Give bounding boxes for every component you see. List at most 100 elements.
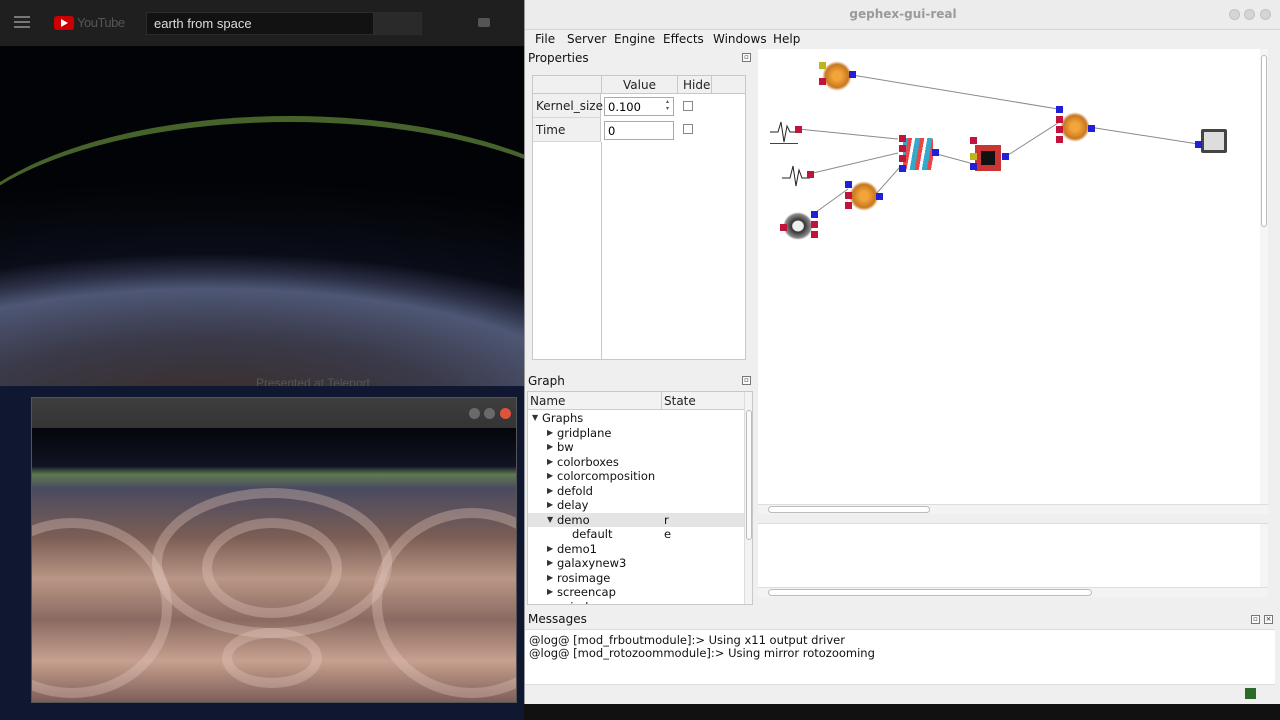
close-icon[interactable]: × xyxy=(1264,615,1273,624)
kernel-size-spinbox[interactable] xyxy=(604,97,674,116)
connections xyxy=(797,74,1199,216)
tree-item[interactable]: ▶ defold xyxy=(528,484,744,499)
properties-table: Value Hide Kernel_size ▴▾ Time xyxy=(532,75,746,360)
name-column-header[interactable]: Name xyxy=(530,394,565,408)
port xyxy=(1002,153,1009,160)
menu-file[interactable]: File xyxy=(535,32,555,46)
time-input[interactable] xyxy=(604,121,674,140)
port xyxy=(845,192,852,199)
output-window xyxy=(31,397,517,703)
value-column-header[interactable]: Value xyxy=(623,78,656,92)
port xyxy=(899,135,906,142)
tree-subitem[interactable]: default e xyxy=(528,527,744,542)
undock-icon[interactable]: ▫ xyxy=(742,376,751,385)
youtube-logo-text: YouTube xyxy=(77,15,125,30)
secondary-canvas[interactable] xyxy=(758,523,1268,597)
search-button[interactable] xyxy=(374,12,422,35)
video-caption: Presented at Teleport xyxy=(256,376,370,386)
port xyxy=(811,231,818,238)
minimize-icon[interactable] xyxy=(469,408,480,419)
tree-item[interactable]: ▶ colorcomposition xyxy=(528,469,744,484)
gephex-window: gephex-gui-real File Server Engine Effec… xyxy=(524,0,1280,704)
mixer-node[interactable] xyxy=(973,143,1003,173)
menu-engine[interactable]: Engine xyxy=(614,32,655,46)
rendered-output-image xyxy=(32,428,516,702)
undock-icon[interactable]: ▫ xyxy=(742,53,751,62)
port xyxy=(876,193,883,200)
graph-dock-title: Graph xyxy=(528,374,565,388)
port xyxy=(970,153,977,160)
effect-node[interactable] xyxy=(903,138,933,170)
port xyxy=(845,181,852,188)
property-name: Kernel_size xyxy=(533,94,603,118)
youtube-header: YouTube earth from space xyxy=(0,0,524,46)
vertical-scrollbar[interactable] xyxy=(1260,524,1268,588)
tree-item[interactable]: ▶ galaxynew3 xyxy=(528,556,744,571)
source-node[interactable] xyxy=(783,212,813,240)
hide-checkbox[interactable] xyxy=(683,101,693,111)
port xyxy=(811,221,818,228)
hide-checkbox[interactable] xyxy=(683,124,693,134)
menu-effects[interactable]: Effects xyxy=(663,32,704,46)
signal-generator-node[interactable] xyxy=(782,160,810,188)
hide-column-header[interactable]: Hide xyxy=(683,78,710,92)
output-monitor-node[interactable] xyxy=(1201,129,1227,153)
youtube-logo-icon[interactable] xyxy=(54,16,74,30)
output-window-titlebar[interactable] xyxy=(32,398,516,428)
port xyxy=(795,126,802,133)
port xyxy=(970,137,977,144)
horizontal-scrollbar[interactable] xyxy=(758,587,1268,597)
tree-item[interactable]: ▶ gridplane xyxy=(528,426,744,441)
video-camera-icon[interactable] xyxy=(478,18,490,27)
close-icon[interactable] xyxy=(500,408,511,419)
tree-item[interactable]: ▶ demo1 xyxy=(528,542,744,557)
tree-item-selected[interactable]: ▼ demo r xyxy=(528,512,744,527)
tree-root[interactable]: ▼ Graphs xyxy=(528,411,744,426)
menu-help[interactable]: Help xyxy=(773,32,800,46)
maximize-icon[interactable] xyxy=(1244,9,1255,20)
properties-header: Value Hide xyxy=(533,76,745,94)
port xyxy=(1056,136,1063,143)
maximize-icon[interactable] xyxy=(484,408,495,419)
port xyxy=(845,202,852,209)
log-line: @log@ [mod_frboutmodule]:> Using x11 out… xyxy=(529,633,845,647)
video-player[interactable]: Presented at Teleport xyxy=(0,46,524,386)
window-title: gephex-gui-real xyxy=(525,0,1280,30)
messages-log: @log@ [mod_frboutmodule]:> Using x11 out… xyxy=(525,629,1275,685)
search-input[interactable]: earth from space xyxy=(146,12,374,35)
module-node[interactable] xyxy=(822,61,852,91)
property-name: Time xyxy=(533,118,601,142)
canvas-horizontal-scrollbar[interactable] xyxy=(758,504,1268,514)
tree-item[interactable]: ▶ delay xyxy=(528,498,744,513)
signal-generator-node[interactable] xyxy=(770,114,798,144)
tree-item[interactable]: ▶ screencap xyxy=(528,585,744,600)
module-node[interactable] xyxy=(849,181,879,211)
close-icon[interactable] xyxy=(1260,9,1271,20)
tree-header: Name State xyxy=(528,392,744,410)
hamburger-menu-icon[interactable] xyxy=(14,16,30,28)
menu-server[interactable]: Server xyxy=(567,32,606,46)
log-line: @log@ [mod_rotozoommodule]:> Using mirro… xyxy=(529,646,875,660)
tree-item[interactable]: ▶spiral xyxy=(528,600,744,605)
minimize-icon[interactable] xyxy=(1229,9,1240,20)
port xyxy=(1056,106,1063,113)
tree-scrollbar[interactable] xyxy=(744,392,752,604)
tree-item[interactable]: ▶ rosimage xyxy=(528,571,744,586)
tree-item[interactable]: ▶ colorboxes xyxy=(528,455,744,470)
menu-windows[interactable]: Windows xyxy=(713,32,767,46)
port xyxy=(780,224,787,231)
canvas-vertical-scrollbar[interactable] xyxy=(1260,49,1268,505)
properties-dock-title: Properties xyxy=(528,51,589,65)
port xyxy=(1056,126,1063,133)
port xyxy=(1056,116,1063,123)
status-icon xyxy=(1245,688,1256,699)
graph-editor-canvas[interactable] xyxy=(758,49,1268,514)
state-column-header[interactable]: State xyxy=(664,394,696,408)
port xyxy=(849,71,856,78)
module-node[interactable] xyxy=(1060,112,1090,142)
spin-arrows-icon[interactable]: ▴ ▾ xyxy=(666,98,669,112)
port xyxy=(811,211,818,218)
undock-icon[interactable]: ▫ xyxy=(1251,615,1260,624)
tree-item[interactable]: ▶ bw xyxy=(528,440,744,455)
menu-bar: File Server Engine Effects Windows Help xyxy=(525,30,1280,49)
